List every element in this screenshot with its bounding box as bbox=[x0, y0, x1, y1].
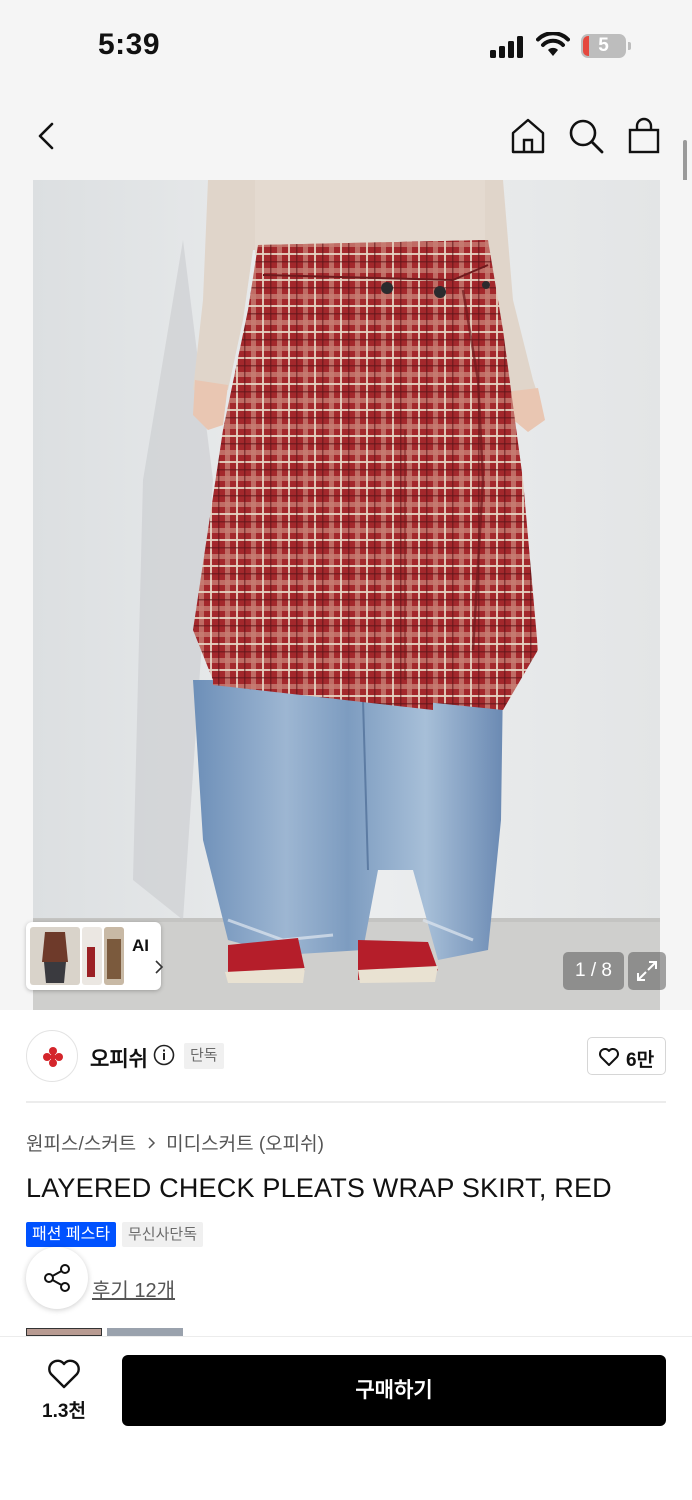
cart-icon[interactable] bbox=[624, 116, 664, 156]
breadcrumb-subcategory[interactable]: 미디스커트 (오피쉬) bbox=[166, 1129, 324, 1156]
signal-icon bbox=[490, 36, 526, 58]
top-nav bbox=[0, 92, 692, 180]
chevron-right-icon bbox=[148, 1136, 156, 1149]
ai-recommend-card[interactable]: AI bbox=[26, 922, 164, 990]
color-swatch-2[interactable] bbox=[107, 1328, 183, 1336]
search-icon[interactable] bbox=[566, 116, 606, 156]
review-link[interactable]: 후기 12개 bbox=[92, 1274, 175, 1303]
product-title: LAYERED CHECK PLEATS WRAP SKIRT, RED bbox=[26, 1173, 612, 1203]
ai-thumbnail-1 bbox=[30, 927, 80, 985]
image-counter: 1 / 8 bbox=[563, 952, 624, 990]
chevron-right-icon bbox=[155, 960, 164, 974]
wifi-icon bbox=[536, 32, 570, 56]
brand-logo-icon bbox=[43, 1047, 63, 1067]
ai-thumbnail-3 bbox=[104, 927, 124, 985]
brand-like-button[interactable]: 6만 bbox=[587, 1037, 666, 1075]
share-button[interactable] bbox=[26, 1247, 88, 1309]
exclusive-badge: 단독 bbox=[184, 1043, 224, 1069]
brand-like-count: 6만 bbox=[626, 1050, 655, 1071]
battery-level: 5 bbox=[598, 35, 609, 56]
ai-label: AI bbox=[132, 936, 149, 955]
home-icon[interactable] bbox=[508, 116, 548, 156]
brand-name[interactable]: 오피쉬 bbox=[90, 1043, 148, 1073]
status-bar: 5:39 5 bbox=[0, 0, 692, 92]
status-time: 5:39 bbox=[98, 28, 161, 61]
fashion-festa-tag: 패션 페스타 bbox=[26, 1222, 117, 1247]
breadcrumb: 원피스/스커트 미디스커트 (오피쉬) bbox=[26, 1129, 324, 1156]
brand-logo[interactable] bbox=[26, 1030, 78, 1082]
ai-thumbnail-2 bbox=[82, 927, 102, 985]
breadcrumb-category[interactable]: 원피스/스커트 bbox=[26, 1129, 136, 1156]
musinsa-exclusive-tag: 무신사단독 bbox=[122, 1222, 204, 1247]
battery-icon: 5 bbox=[581, 34, 631, 58]
buy-button[interactable]: 구매하기 bbox=[122, 1355, 666, 1426]
heart-icon bbox=[599, 1048, 619, 1066]
heart-icon[interactable] bbox=[47, 1358, 81, 1390]
info-icon[interactable] bbox=[153, 1044, 175, 1066]
color-swatch-1[interactable] bbox=[26, 1328, 102, 1336]
product-like-count: 1.3천 bbox=[42, 1401, 86, 1422]
product-photo bbox=[33, 180, 660, 1010]
product-gallery[interactable]: AI 1 / 8 bbox=[0, 180, 692, 1010]
share-icon bbox=[44, 1264, 70, 1292]
expand-button[interactable] bbox=[628, 952, 666, 990]
expand-icon bbox=[637, 961, 657, 981]
back-icon[interactable] bbox=[28, 116, 68, 156]
divider bbox=[26, 1101, 666, 1103]
